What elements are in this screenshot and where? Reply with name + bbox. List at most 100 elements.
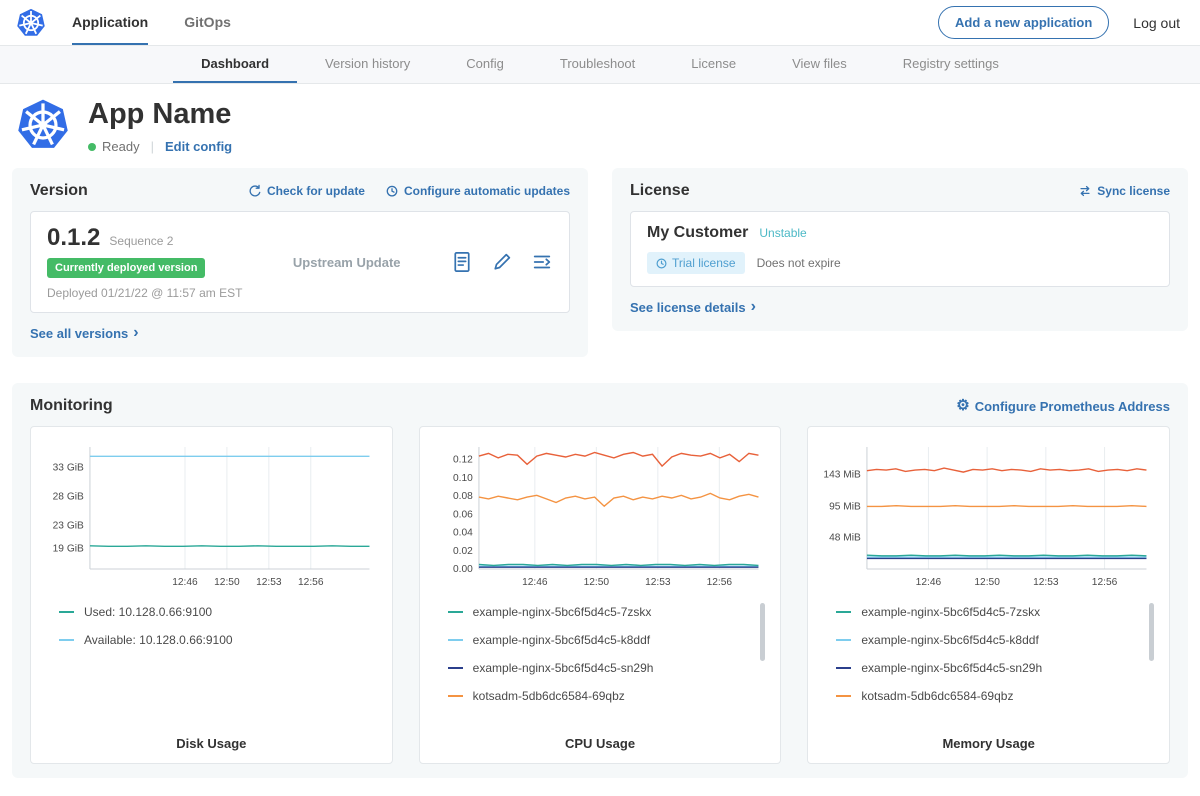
license-card-title: License bbox=[630, 182, 690, 200]
check-for-update-link[interactable]: Check for update bbox=[248, 184, 365, 198]
edit-config-icon[interactable] bbox=[491, 251, 513, 273]
svg-text:12:56: 12:56 bbox=[706, 577, 732, 588]
cpu-usage-legend: example-nginx-5bc6f5d4c5-7zskx example-ng… bbox=[432, 591, 769, 703]
legend-item: example-nginx-5bc6f5d4c5-sn29h bbox=[448, 661, 755, 675]
legend-label: example-nginx-5bc6f5d4c5-7zskx bbox=[473, 605, 652, 619]
legend-label: Used: 10.128.0.66:9100 bbox=[84, 605, 212, 619]
current-version-box: 0.1.2 Sequence 2 Currently deployed vers… bbox=[30, 211, 570, 313]
version-card: Version Check for update bbox=[12, 168, 588, 357]
subnav-registry-settings[interactable]: Registry settings bbox=[875, 46, 1027, 83]
legend-label: example-nginx-5bc6f5d4c5-sn29h bbox=[473, 661, 654, 675]
svg-text:12:50: 12:50 bbox=[214, 577, 240, 588]
sync-arrows-icon bbox=[1078, 184, 1092, 198]
tab-gitops[interactable]: GitOps bbox=[184, 0, 231, 45]
svg-text:12:50: 12:50 bbox=[583, 577, 609, 588]
memory-usage-plot: 12:4612:5012:5312:56143 MiB95 MiB48 MiB bbox=[820, 441, 1157, 591]
legend-item: Used: 10.128.0.66:9100 bbox=[59, 605, 366, 619]
svg-text:12:53: 12:53 bbox=[645, 577, 671, 588]
app-logo-icon bbox=[16, 98, 88, 152]
legend-item: example-nginx-5bc6f5d4c5-k8ddf bbox=[448, 633, 755, 647]
svg-text:23 GiB: 23 GiB bbox=[53, 521, 84, 532]
license-info-box: My Customer Unstable Trial license Does … bbox=[630, 211, 1170, 287]
monitoring-title: Monitoring bbox=[30, 397, 113, 415]
legend-label: example-nginx-5bc6f5d4c5-7zskx bbox=[861, 605, 1040, 619]
svg-text:12:53: 12:53 bbox=[256, 577, 282, 588]
svg-text:12:56: 12:56 bbox=[298, 577, 324, 588]
legend-item: kotsadm-5db6dc6584-69qbz bbox=[448, 689, 755, 703]
svg-text:95 MiB: 95 MiB bbox=[829, 502, 861, 513]
cpu-usage-plot: 12:4612:5012:5312:560.120.100.080.060.04… bbox=[432, 441, 769, 591]
legend-swatch bbox=[448, 639, 463, 641]
sync-license-link[interactable]: Sync license bbox=[1078, 184, 1170, 198]
svg-text:0.04: 0.04 bbox=[453, 528, 473, 539]
subnav-version-history[interactable]: Version history bbox=[297, 46, 438, 83]
svg-text:12:50: 12:50 bbox=[975, 577, 1001, 588]
legend-swatch bbox=[836, 639, 851, 641]
subnav-view-files[interactable]: View files bbox=[764, 46, 875, 83]
memory-usage-chart: 12:4612:5012:5312:56143 MiB95 MiB48 MiB … bbox=[807, 426, 1170, 764]
chart-title: CPU Usage bbox=[432, 728, 769, 751]
channel-label: Unstable bbox=[759, 226, 806, 240]
cpu-usage-chart: 12:4612:5012:5312:560.120.100.080.060.04… bbox=[419, 426, 782, 764]
legend-item: Available: 10.128.0.66:9100 bbox=[59, 633, 366, 647]
version-number: 0.1.2 bbox=[47, 224, 100, 252]
trial-license-badge: Trial license bbox=[647, 252, 745, 274]
legend-swatch bbox=[836, 695, 851, 697]
legend-swatch bbox=[448, 695, 463, 697]
legend-label: kotsadm-5db6dc6584-69qbz bbox=[861, 689, 1013, 703]
clock-update-icon bbox=[385, 184, 399, 198]
legend-label: Available: 10.128.0.66:9100 bbox=[84, 633, 233, 647]
disk-usage-chart: 12:4612:5012:5312:5633 GiB28 GiB23 GiB19… bbox=[30, 426, 393, 764]
svg-text:12:56: 12:56 bbox=[1092, 577, 1118, 588]
svg-text:12:46: 12:46 bbox=[916, 577, 942, 588]
kubernetes-logo-icon bbox=[16, 0, 46, 45]
chevron-right-icon: › bbox=[133, 328, 138, 338]
svg-text:0.12: 0.12 bbox=[453, 455, 473, 466]
clock-icon bbox=[656, 258, 667, 269]
svg-text:28 GiB: 28 GiB bbox=[53, 492, 84, 503]
legend-swatch bbox=[448, 611, 463, 613]
logout-link[interactable]: Log out bbox=[1133, 15, 1180, 31]
expiration-text: Does not expire bbox=[757, 256, 841, 270]
subnav-config[interactable]: Config bbox=[438, 46, 532, 83]
monitoring-card: Monitoring ⚙ Configure Prometheus Addres… bbox=[12, 383, 1188, 778]
svg-text:0.02: 0.02 bbox=[453, 546, 473, 557]
disk-usage-plot: 12:4612:5012:5312:5633 GiB28 GiB23 GiB19… bbox=[43, 441, 380, 591]
license-card: License Sync license My Customer Unstabl… bbox=[612, 168, 1188, 331]
see-all-versions-link[interactable]: See all versions › bbox=[30, 326, 139, 341]
tab-application[interactable]: Application bbox=[72, 0, 148, 45]
legend-label: kotsadm-5db6dc6584-69qbz bbox=[473, 689, 625, 703]
legend-label: example-nginx-5bc6f5d4c5-k8ddf bbox=[473, 633, 650, 647]
legend-item: example-nginx-5bc6f5d4c5-7zskx bbox=[448, 605, 755, 619]
chevron-right-icon: › bbox=[751, 302, 756, 312]
edit-config-link[interactable]: Edit config bbox=[165, 139, 232, 154]
svg-text:12:53: 12:53 bbox=[1033, 577, 1059, 588]
svg-text:12:46: 12:46 bbox=[522, 577, 548, 588]
legend-scrollbar[interactable] bbox=[760, 603, 765, 661]
release-notes-icon[interactable] bbox=[451, 251, 473, 273]
svg-text:19 GiB: 19 GiB bbox=[53, 544, 84, 555]
chart-title: Memory Usage bbox=[820, 728, 1157, 751]
subnav-license[interactable]: License bbox=[663, 46, 764, 83]
disk-usage-legend: Used: 10.128.0.66:9100 Available: 10.128.… bbox=[43, 591, 380, 647]
svg-text:12:46: 12:46 bbox=[172, 577, 198, 588]
svg-text:0.00: 0.00 bbox=[453, 564, 473, 575]
version-card-title: Version bbox=[30, 182, 88, 200]
svg-text:0.08: 0.08 bbox=[453, 492, 473, 503]
configure-automatic-updates-link[interactable]: Configure automatic updates bbox=[385, 184, 570, 198]
ready-status-text: Ready bbox=[102, 139, 140, 154]
subnav-troubleshoot[interactable]: Troubleshoot bbox=[532, 46, 663, 83]
legend-scrollbar[interactable] bbox=[1149, 603, 1154, 661]
subnav-dashboard[interactable]: Dashboard bbox=[173, 46, 297, 83]
gear-icon: ⚙ bbox=[956, 398, 969, 413]
legend-swatch bbox=[836, 611, 851, 613]
legend-item: example-nginx-5bc6f5d4c5-7zskx bbox=[836, 605, 1143, 619]
dashboard-main: Version Check for update bbox=[0, 160, 1200, 790]
app-name-title: App Name bbox=[88, 98, 232, 131]
see-license-details-link[interactable]: See license details › bbox=[630, 300, 756, 315]
legend-label: example-nginx-5bc6f5d4c5-k8ddf bbox=[861, 633, 1038, 647]
add-application-button[interactable]: Add a new application bbox=[938, 6, 1109, 39]
svg-text:143 MiB: 143 MiB bbox=[824, 470, 862, 481]
deploy-logs-icon[interactable] bbox=[531, 251, 553, 273]
configure-prometheus-link[interactable]: ⚙ Configure Prometheus Address bbox=[956, 399, 1170, 414]
